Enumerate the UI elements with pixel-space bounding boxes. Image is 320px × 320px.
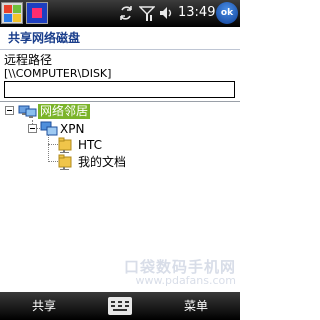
keyboard-icon[interactable]	[108, 297, 132, 315]
remote-path-label: 远程路径	[4, 53, 53, 67]
network-neighborhood-icon	[18, 105, 37, 118]
remote-path-input[interactable]	[4, 81, 235, 98]
tree-connector	[48, 135, 49, 162]
watermark-url: www.pdafans.com	[135, 274, 237, 287]
remote-path-hint: [\\COMPUTER\DISK]	[4, 67, 112, 80]
softkey-bar: 共享 菜单	[0, 292, 240, 320]
windows-start-icon[interactable]	[1, 2, 23, 24]
tree-node-my-documents[interactable]: 我的文档	[78, 155, 126, 170]
tree-expander-root[interactable]	[5, 106, 14, 115]
network-tree[interactable]: 网络邻居 XPN HTC 我的文档	[0, 101, 240, 267]
status-bar: 13:49 ok	[0, 0, 240, 27]
tree-expander-xpn[interactable]	[28, 124, 37, 133]
share-softkey[interactable]: 共享	[4, 292, 84, 320]
watermark: 口袋数码手机网 www.pdafans.com	[104, 256, 238, 288]
ok-button[interactable]: ok	[216, 2, 238, 24]
tree-connector	[48, 144, 58, 145]
tree-node-htc[interactable]: HTC	[78, 138, 102, 153]
shared-folder-icon	[58, 137, 72, 153]
app-icon[interactable]	[26, 2, 48, 24]
tree-connector	[48, 161, 58, 162]
shared-folder-icon	[58, 154, 72, 170]
volume-icon[interactable]	[158, 4, 174, 22]
signal-icon[interactable]	[139, 4, 155, 22]
page-title: 共享网络磁盘	[8, 31, 81, 45]
sync-icon[interactable]	[118, 4, 134, 22]
workgroup-icon	[40, 121, 58, 136]
menu-softkey[interactable]: 菜单	[156, 292, 236, 320]
tree-node-network-neighborhood[interactable]: 网络邻居	[38, 104, 91, 119]
tree-node-xpn[interactable]: XPN	[60, 122, 84, 137]
clock[interactable]: 13:49	[178, 5, 215, 21]
title-divider	[0, 49, 240, 50]
